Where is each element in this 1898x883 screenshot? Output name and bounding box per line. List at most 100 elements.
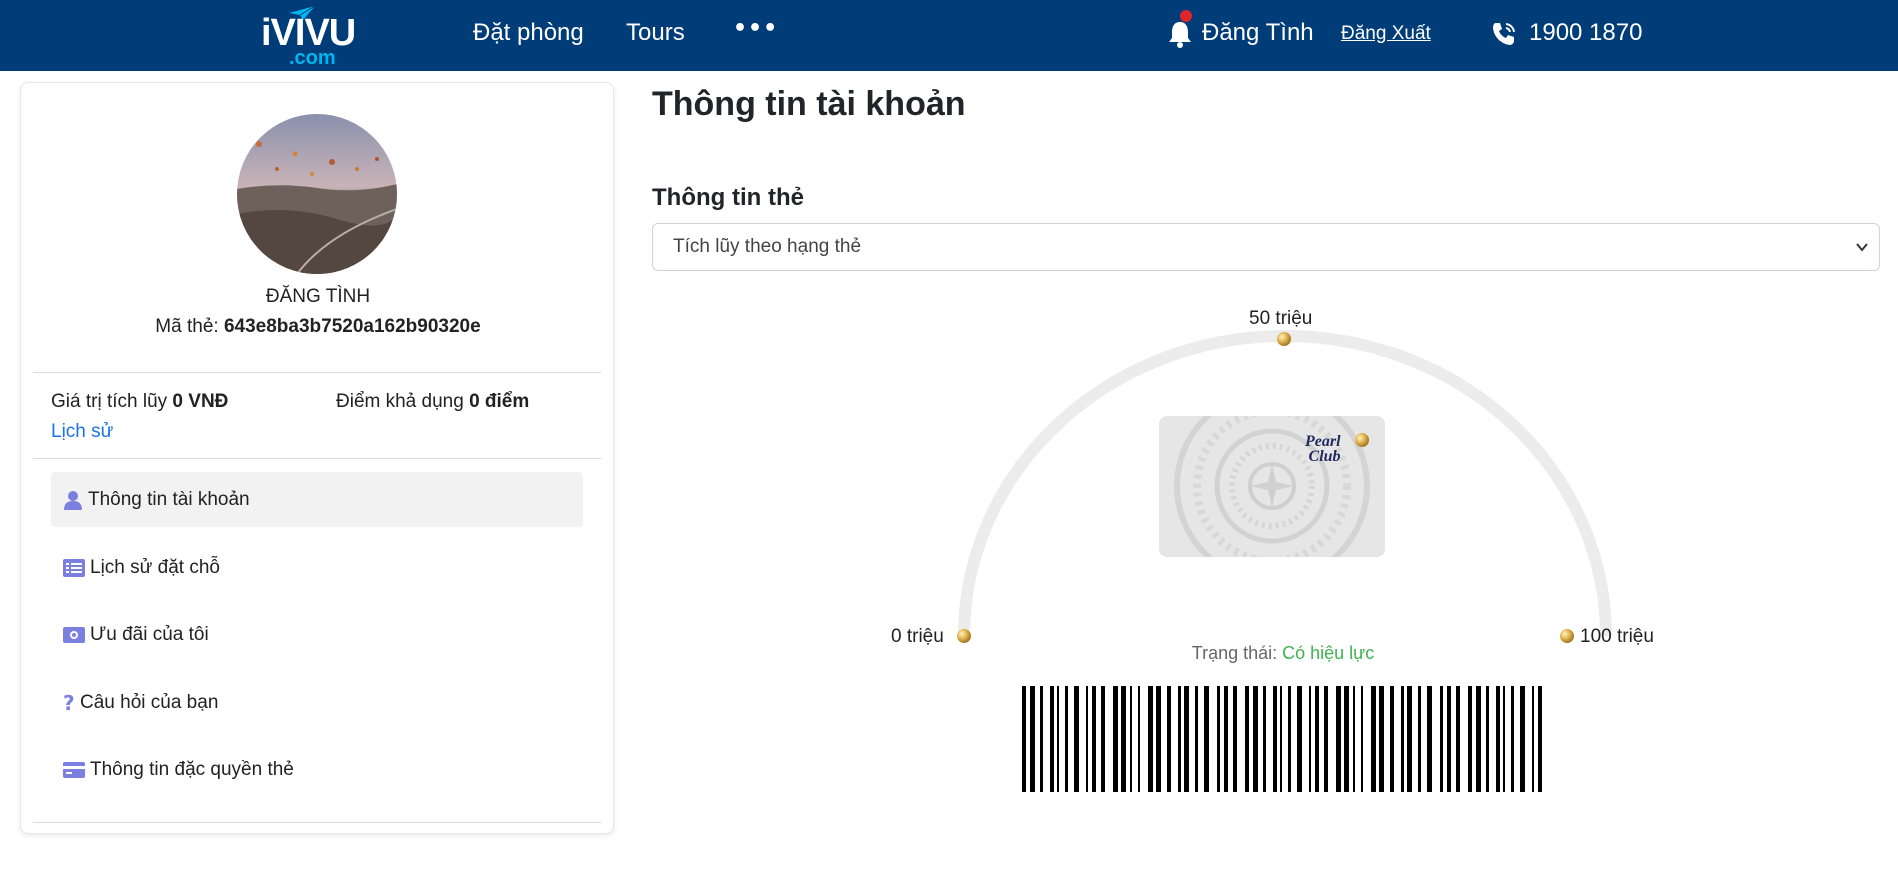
barcode-bar	[1447, 686, 1451, 792]
barcode-bar	[1538, 686, 1542, 792]
profile-name: ĐĂNG TÌNH	[265, 286, 371, 307]
barcode-bar	[1379, 686, 1384, 792]
sidebar-item-label: Ưu đãi của tôi	[90, 624, 209, 645]
gauge-label-max: 100 triệu	[1580, 626, 1654, 647]
card-tier-select-value: Tích lũy theo hạng thẻ	[673, 236, 862, 257]
barcode-bar	[1288, 686, 1291, 792]
sidebar-item-label: Thông tin tài khoản	[88, 489, 250, 510]
barcode-bar	[1511, 686, 1514, 792]
barcode-bar	[1121, 686, 1126, 792]
barcode-bar	[1273, 686, 1277, 792]
barcode-bar	[1532, 686, 1534, 792]
accumulated-value: 0 VNĐ	[172, 391, 229, 412]
sidebar-item-label: Thông tin đặc quyền thẻ	[90, 759, 294, 780]
sidebar-item-label: Lịch sử đặt chỗ	[90, 557, 220, 578]
divider	[33, 822, 601, 823]
barcode-bar	[1486, 686, 1489, 792]
bell-icon[interactable]	[1168, 20, 1192, 48]
divider	[33, 458, 601, 459]
barcode-bar	[1245, 686, 1249, 792]
barcode-bar	[1138, 686, 1140, 792]
barcode-bar	[1113, 686, 1118, 792]
accumulated-label: Giá trị tích lũy	[51, 391, 173, 412]
status-label: Trạng thái:	[1191, 643, 1283, 663]
barcode-bar	[1156, 686, 1161, 792]
barcode-bar	[1468, 686, 1472, 792]
status-value: Có hiệu lực	[1282, 643, 1375, 663]
card-code: Mã thẻ: 643e8ba3b7520a162b90320e	[21, 316, 615, 339]
barcode-bar	[1224, 686, 1228, 792]
sidebar-item-card-privileges[interactable]: Thông tin đặc quyền thẻ	[51, 742, 583, 797]
barcode-bar	[1184, 686, 1189, 792]
barcode-bar	[1353, 686, 1355, 792]
barcode-bar	[1503, 686, 1505, 792]
barcode-bar	[1050, 686, 1054, 792]
hotline-number[interactable]: 1900 1870	[1529, 21, 1642, 45]
money-icon	[63, 626, 85, 643]
barcode-bar	[1427, 686, 1432, 792]
barcode-bar	[1263, 686, 1266, 792]
barcode-bar	[1253, 686, 1258, 792]
barcode-bar	[1178, 686, 1181, 792]
sidebar-item-label: Câu hỏi của bạn	[80, 692, 219, 713]
points-value: 0 điểm	[469, 391, 530, 412]
barcode-bar	[1092, 686, 1096, 792]
credit-card-icon	[63, 761, 85, 778]
barcode-bar	[1022, 686, 1026, 792]
barcode-bar	[1280, 686, 1282, 792]
card-tier-select[interactable]: Tích lũy theo hạng thẻ	[652, 223, 1880, 271]
sidebar-item-my-questions[interactable]: ? Câu hỏi của bạn	[51, 675, 583, 730]
avatar-image	[237, 114, 397, 274]
barcode-bar	[1418, 686, 1421, 792]
membership-card-image: Pearl Club	[1159, 416, 1385, 557]
gauge-marker-min	[957, 629, 971, 643]
sidebar-item-booking-history[interactable]: Lịch sử đặt chỗ	[51, 540, 583, 595]
barcode-bar	[1297, 686, 1302, 792]
card-code-label: Mã thẻ:	[155, 316, 224, 337]
nav-hotel-booking[interactable]: Đặt phòng	[473, 21, 584, 45]
avatar[interactable]	[237, 114, 397, 274]
section-title: Thông tin thẻ	[652, 184, 804, 211]
barcode-bar	[1336, 686, 1341, 792]
page-title: Thông tin tài khoản	[652, 85, 966, 123]
membership-barcode	[1022, 686, 1542, 792]
points-label: Điểm khả dụng	[336, 391, 470, 412]
phone-icon	[1493, 23, 1515, 45]
barcode-bar	[1440, 686, 1443, 792]
barcode-bar	[1401, 686, 1404, 792]
profile-sidebar: ĐĂNG TÌNH Mã thẻ: 643e8ba3b7520a162b9032…	[20, 82, 614, 834]
barcode-bar	[1101, 686, 1105, 792]
divider	[33, 372, 601, 373]
accumulated-value-stat: Giá trị tích lũy 0 VNĐ	[51, 391, 228, 414]
logout-link[interactable]: Đăng Xuất	[1341, 24, 1431, 43]
logo-domain-text: .com	[289, 47, 336, 69]
barcode-bar	[1074, 686, 1079, 792]
sidebar-item-account-info[interactable]: Thông tin tài khoản	[51, 472, 583, 527]
barcode-bar	[1456, 686, 1460, 792]
barcode-bar	[1407, 686, 1412, 792]
drum-pattern	[1174, 416, 1370, 557]
barcode-bar	[1233, 686, 1237, 792]
barcode-bar	[1086, 686, 1088, 792]
nav-tours[interactable]: Tours	[626, 21, 685, 45]
history-link[interactable]: Lịch sử	[51, 421, 113, 444]
top-navbar: iVIVU .com Đặt phòng Tours ••• Đăng Tình…	[0, 0, 1898, 71]
user-name[interactable]: Đăng Tình	[1202, 21, 1314, 45]
more-menu-button[interactable]: •••	[733, 18, 778, 40]
barcode-bar	[1057, 686, 1059, 792]
barcode-bar	[1520, 686, 1525, 792]
sidebar-item-my-offers[interactable]: Ưu đãi của tôi	[51, 607, 583, 662]
barcode-bar	[1390, 686, 1394, 792]
barcode-bar	[1476, 686, 1481, 792]
gauge-marker-max	[1560, 629, 1574, 643]
card-status: Trạng thái: Có hiệu lực	[1083, 644, 1483, 662]
question-icon: ?	[63, 690, 75, 715]
pearl-club-logo: Pearl Club	[1305, 433, 1341, 466]
user-icon	[64, 490, 82, 510]
barcode-bar	[1130, 686, 1132, 792]
barcode-bar	[1148, 686, 1153, 792]
available-points-stat: Điểm khả dụng 0 điểm	[336, 391, 529, 414]
barcode-bar	[1040, 686, 1043, 792]
ivivu-logo[interactable]: iVIVU .com	[259, 6, 356, 69]
barcode-bar	[1315, 686, 1319, 792]
